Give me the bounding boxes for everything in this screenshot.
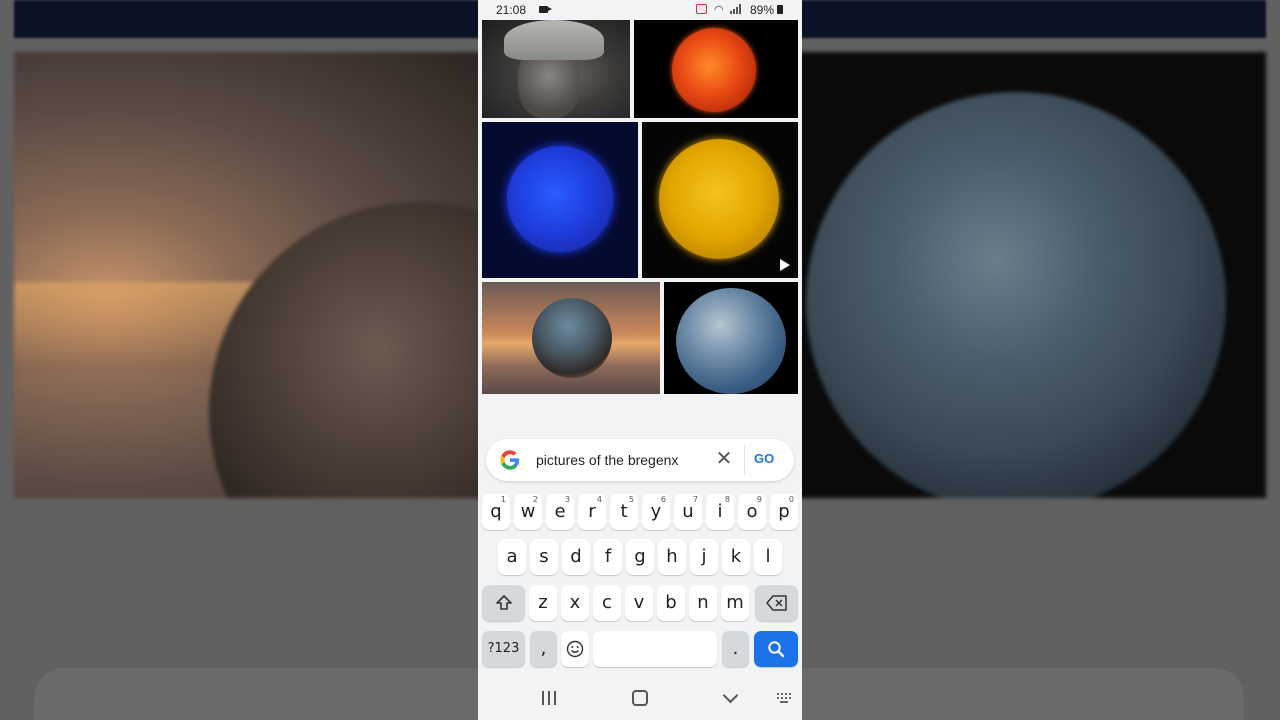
- background-earth: [806, 92, 1226, 498]
- screen: 21:08 ◠ 89% pictures of the bregenx ✕ GO…: [0, 0, 1280, 720]
- key-label: i: [717, 501, 723, 522]
- symbols-key[interactable]: ?123: [482, 631, 525, 667]
- key-h[interactable]: h: [658, 539, 686, 575]
- key-a[interactable]: a: [498, 539, 526, 575]
- status-time: 21:08: [496, 3, 527, 17]
- key-e[interactable]: e3: [546, 494, 574, 530]
- recents-icon[interactable]: [542, 691, 558, 705]
- emoji-key[interactable]: [561, 631, 589, 667]
- background-orb: [209, 202, 484, 498]
- play-icon: [780, 259, 790, 271]
- status-bar: 21:08 ◠ 89%: [478, 0, 802, 20]
- home-icon[interactable]: [632, 690, 648, 706]
- google-logo-icon: [500, 450, 520, 470]
- image-result-red-sun[interactable]: [634, 20, 798, 118]
- go-button[interactable]: GO: [754, 451, 774, 466]
- video-camera-icon: [539, 6, 552, 13]
- key-number-hint: 4: [596, 495, 602, 504]
- image-result-yellow-sun[interactable]: [642, 122, 798, 278]
- crystal-ball: [532, 298, 612, 378]
- key-s[interactable]: s: [530, 539, 558, 575]
- key-i[interactable]: i8: [706, 494, 734, 530]
- key-q[interactable]: q1: [482, 494, 510, 530]
- key-k[interactable]: k: [722, 539, 750, 575]
- image-result-crystal-ball-tree[interactable]: [482, 282, 660, 394]
- background-crystal-ball-image: [14, 52, 484, 498]
- signal-icon: [730, 4, 742, 14]
- search-icon: [768, 641, 785, 658]
- key-n[interactable]: n: [689, 585, 717, 621]
- key-number-hint: 9: [756, 495, 762, 504]
- emoji-icon: [566, 640, 584, 658]
- key-label: e: [554, 501, 566, 522]
- key-label: t: [620, 501, 628, 522]
- key-u[interactable]: u7: [674, 494, 702, 530]
- backspace-key[interactable]: [755, 585, 798, 621]
- key-c[interactable]: c: [593, 585, 621, 621]
- key-j[interactable]: j: [690, 539, 718, 575]
- globe: [676, 288, 786, 394]
- key-p[interactable]: p0: [770, 494, 798, 530]
- battery-icon: [777, 5, 783, 14]
- sun-disc: [659, 139, 779, 259]
- key-number-hint: 8: [724, 495, 730, 504]
- key-f[interactable]: f: [594, 539, 622, 575]
- key-label: y: [650, 501, 662, 522]
- key-l[interactable]: l: [754, 539, 782, 575]
- divider: [744, 445, 745, 475]
- image-result-man-portrait[interactable]: [482, 20, 630, 118]
- search-input[interactable]: pictures of the bregenx: [536, 452, 678, 468]
- key-y[interactable]: y6: [642, 494, 670, 530]
- sun-disc: [507, 146, 613, 252]
- search-key[interactable]: [754, 631, 798, 667]
- key-label: r: [588, 501, 596, 522]
- sun-disc: [672, 28, 756, 112]
- comma-key[interactable]: ,: [530, 631, 557, 667]
- key-number-hint: 6: [660, 495, 666, 504]
- key-number-hint: 3: [564, 495, 570, 504]
- key-r[interactable]: r4: [578, 494, 606, 530]
- key-number-hint: 5: [628, 495, 634, 504]
- key-number-hint: 2: [532, 495, 538, 504]
- keyboard: q1w2e3r4t5y6u7i8o9p0 asdfghjkl zxcvbnm ?…: [478, 490, 802, 676]
- cap: [504, 20, 604, 60]
- image-result-blue-sun[interactable]: [482, 122, 638, 278]
- backspace-icon: [765, 595, 787, 611]
- key-g[interactable]: g: [626, 539, 654, 575]
- key-b[interactable]: b: [657, 585, 685, 621]
- cast-icon: [696, 4, 707, 14]
- back-chevron-icon[interactable]: [722, 687, 739, 704]
- key-label: o: [746, 501, 758, 522]
- image-result-earth[interactable]: [664, 282, 798, 394]
- shift-key[interactable]: [482, 585, 525, 621]
- space-key[interactable]: [593, 631, 717, 667]
- key-d[interactable]: d: [562, 539, 590, 575]
- key-number-hint: 0: [788, 495, 794, 504]
- key-t[interactable]: t5: [610, 494, 638, 530]
- period-key[interactable]: .: [722, 631, 749, 667]
- key-number-hint: 1: [500, 495, 506, 504]
- keyboard-switch-icon[interactable]: [777, 693, 791, 703]
- battery-percent: 89%: [750, 3, 775, 17]
- key-x[interactable]: x: [561, 585, 589, 621]
- key-w[interactable]: w2: [514, 494, 542, 530]
- shift-icon: [495, 595, 512, 610]
- clear-icon[interactable]: ✕: [714, 449, 734, 469]
- key-z[interactable]: z: [529, 585, 557, 621]
- background-earth-image: [796, 52, 1266, 498]
- key-o[interactable]: o9: [738, 494, 766, 530]
- key-number-hint: 7: [692, 495, 698, 504]
- search-bar: pictures of the bregenx ✕ GO: [486, 439, 794, 481]
- navigation-bar: [478, 676, 802, 720]
- key-v[interactable]: v: [625, 585, 653, 621]
- key-m[interactable]: m: [721, 585, 749, 621]
- phone-screen: 21:08 ◠ 89% pictures of the bregenx ✕ GO…: [478, 0, 802, 720]
- wifi-icon: ◠: [714, 4, 724, 16]
